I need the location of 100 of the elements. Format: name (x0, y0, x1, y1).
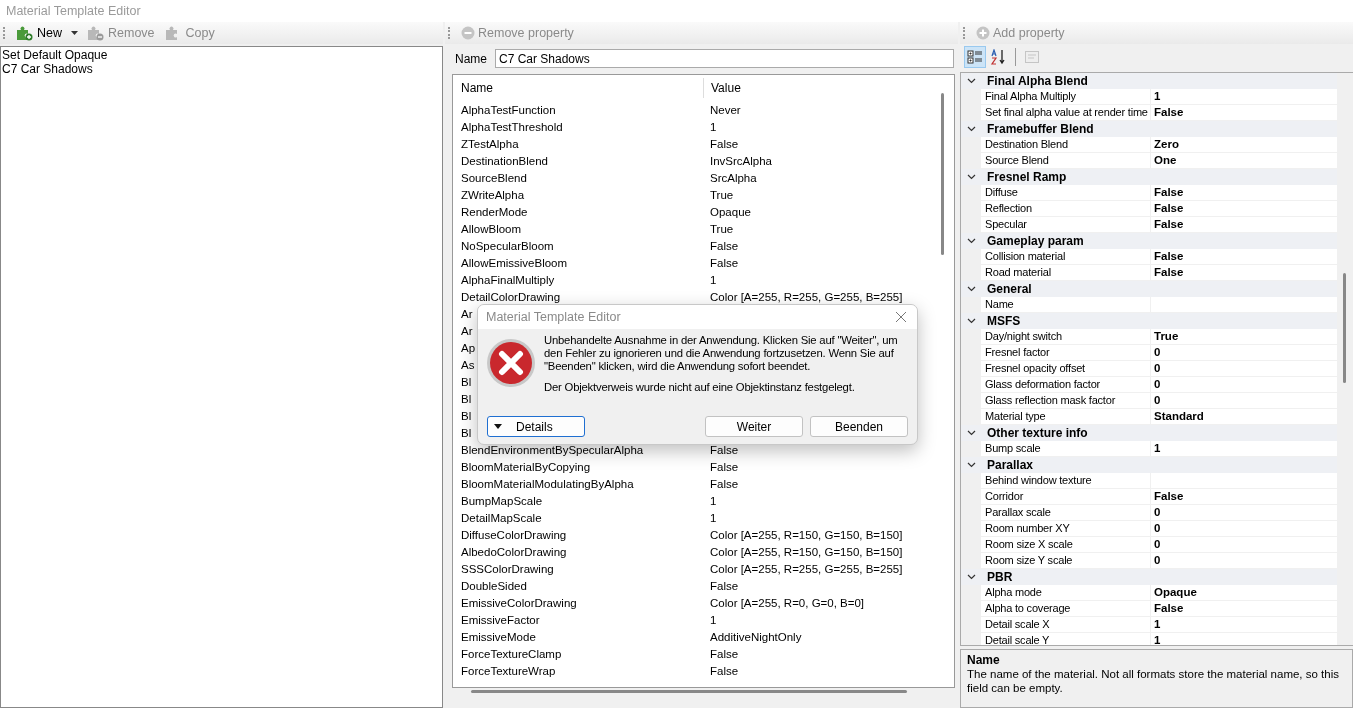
table-cell: EmissiveMode (461, 630, 536, 643)
property-name[interactable]: Fresnel factor (981, 345, 1151, 360)
property-value[interactable]: Zero (1154, 138, 1179, 150)
column-header[interactable]: Value (703, 78, 741, 98)
property-value[interactable]: 1 (1154, 618, 1161, 630)
property-value[interactable]: False (1154, 266, 1184, 278)
property-value[interactable]: Standard (1154, 410, 1204, 422)
property-value[interactable]: 0 (1154, 554, 1161, 566)
table-cell: EmissiveFactor (461, 613, 540, 626)
property-value[interactable]: True (1154, 330, 1179, 342)
property-name[interactable]: Bump scale (981, 441, 1151, 456)
table-cell: SourceBlend (461, 171, 527, 184)
property-value[interactable]: Opaque (1154, 586, 1197, 598)
property-name[interactable]: Set final alpha value at render time (981, 105, 1151, 120)
dialog-button[interactable]: Weiter (705, 416, 803, 437)
property-value[interactable]: False (1154, 202, 1184, 214)
property-name[interactable]: Room number XY (981, 521, 1151, 536)
property-name[interactable]: Road material (981, 265, 1151, 280)
property-name[interactable]: Detail scale Y (981, 633, 1151, 645)
table-cell: Never (710, 103, 741, 116)
property-name[interactable]: Destination Blend (981, 137, 1151, 152)
scrollbar-thumb[interactable] (1343, 273, 1346, 383)
property-value[interactable]: False (1154, 602, 1184, 614)
property-value[interactable]: False (1154, 490, 1184, 502)
property-value[interactable]: 0 (1154, 394, 1161, 406)
property-name[interactable]: Parallax scale (981, 505, 1151, 520)
table-cell: Bl (461, 392, 472, 405)
table-cell: Color [A=255, R=0, G=0, B=0] (710, 596, 865, 609)
property-value[interactable]: One (1154, 154, 1177, 166)
scrollbar[interactable] (941, 93, 944, 255)
property-name[interactable]: Room size X scale (981, 537, 1151, 552)
property-name[interactable]: Material type (981, 409, 1151, 424)
property-name[interactable]: Diffuse (981, 185, 1151, 200)
puzzle-icon (16, 25, 34, 41)
category-header[interactable]: PBR (981, 570, 1013, 584)
column-header[interactable]: Name (453, 78, 703, 98)
property-name[interactable]: Alpha to coverage (981, 601, 1151, 616)
close-icon[interactable] (895, 311, 907, 323)
property-name[interactable]: Day/night switch (981, 329, 1151, 344)
scrollbar[interactable] (471, 690, 907, 693)
table-cell: False (710, 579, 739, 592)
property-name[interactable]: Glass reflection mask factor (981, 393, 1151, 408)
property-name[interactable]: Alpha mode (981, 585, 1151, 600)
table-cell: Bl (461, 409, 472, 422)
table-cell: BloomMaterialByCopying (461, 460, 591, 473)
categorized-view-button[interactable] (964, 46, 986, 68)
table-cell: False (710, 239, 739, 252)
name-field[interactable]: C7 Car Shadows (495, 49, 954, 68)
table-cell: False (710, 647, 739, 660)
property-name[interactable]: Room size Y scale (981, 553, 1151, 568)
dialog-button[interactable]: Beenden (810, 416, 908, 437)
property-value[interactable]: 1 (1154, 90, 1161, 102)
property-value[interactable]: 0 (1154, 378, 1161, 390)
table-cell: AlphaTestFunction (461, 103, 556, 116)
property-value[interactable]: 0 (1154, 362, 1161, 374)
dialog-title: Material Template Editor (486, 310, 621, 324)
category-header[interactable]: MSFS (981, 314, 1021, 328)
property-value[interactable]: False (1154, 186, 1184, 198)
table-cell: Color [A=255, R=255, G=255, B=255] (710, 562, 903, 575)
property-value[interactable]: 1 (1154, 634, 1161, 645)
table-cell: False (710, 443, 739, 456)
table-cell: SrcAlpha (710, 171, 757, 184)
table-cell: AdditiveNightOnly (710, 630, 802, 643)
toolbar-grip[interactable] (963, 27, 967, 39)
help-title: Name (967, 653, 1001, 667)
table-cell: EmissiveColorDrawing (461, 596, 577, 609)
property-value[interactable]: 1 (1154, 442, 1161, 454)
property-name[interactable]: Fresnel opacity offset (981, 361, 1151, 376)
property-value[interactable]: 0 (1154, 506, 1161, 518)
property-name[interactable]: Specular (981, 217, 1151, 232)
property-name[interactable]: Collision material (981, 249, 1151, 264)
property-name[interactable]: Corridor (981, 489, 1151, 504)
property-name[interactable]: Final Alpha Multiply (981, 89, 1151, 104)
table-cell: ZTestAlpha (461, 137, 519, 150)
table-cell: AlphaFinalMultiply (461, 273, 555, 286)
property-name[interactable]: Glass deformation factor (981, 377, 1151, 392)
property-value[interactable]: 0 (1154, 346, 1161, 358)
property-name[interactable]: Detail scale X (981, 617, 1151, 632)
toolbar-button[interactable]: New (13, 24, 65, 42)
toolbar-grip[interactable] (448, 27, 452, 39)
toolbar-grip[interactable] (3, 27, 7, 39)
property-name[interactable]: Reflection (981, 201, 1151, 216)
table-cell: False (710, 460, 739, 473)
category-header[interactable]: Parallax (981, 458, 1034, 472)
table-cell: 1 (710, 273, 717, 286)
property-name[interactable]: Source Blend (981, 153, 1151, 168)
property-value[interactable]: False (1154, 218, 1184, 230)
property-value[interactable]: False (1154, 106, 1184, 118)
table-cell: Ar (461, 324, 473, 337)
property-value[interactable]: 0 (1154, 522, 1161, 534)
table-cell: AllowEmissiveBloom (461, 256, 568, 269)
list-item[interactable]: C7 Car Shadows (2, 62, 442, 76)
category-header[interactable]: General (981, 282, 1032, 296)
property-value[interactable]: 0 (1154, 538, 1161, 550)
list-item[interactable]: Set Default Opaque (2, 48, 442, 62)
table-cell: False (710, 477, 739, 490)
details-button[interactable]: Details (487, 416, 585, 437)
caret-icon[interactable] (71, 31, 78, 35)
puzzle-icon (87, 25, 105, 41)
property-value[interactable]: False (1154, 250, 1184, 262)
